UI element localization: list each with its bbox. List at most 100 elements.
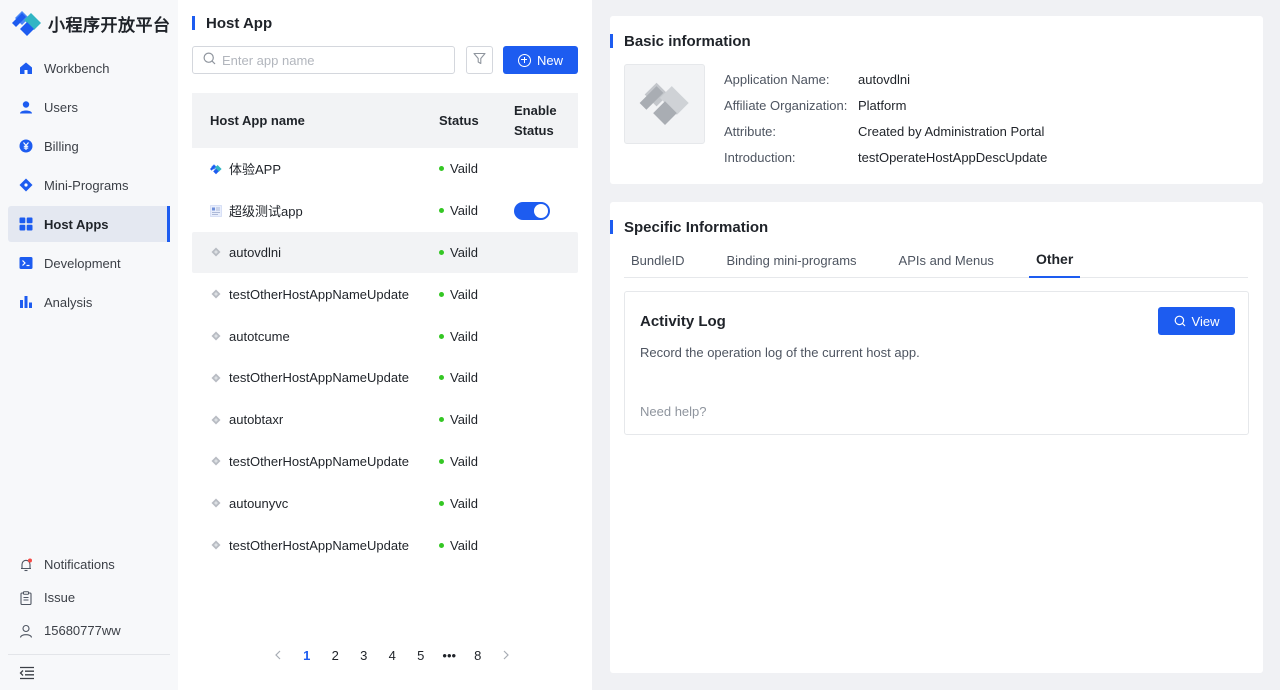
sidebar-item-mini-programs[interactable]: Mini-Programs xyxy=(8,167,170,203)
issue-item[interactable]: Issue xyxy=(8,581,170,614)
status-text: Vaild xyxy=(450,495,478,511)
table-row[interactable]: autotcume Vaild xyxy=(192,315,578,357)
table-row[interactable]: testOtherHostAppNameUpdate Vaild xyxy=(192,441,578,483)
info-row-attribute: Attribute: Created by Administration Por… xyxy=(724,118,1047,144)
page-4[interactable]: 4 xyxy=(378,648,407,663)
default-app-icon xyxy=(210,455,222,467)
table-header: Host App name Status Enable Status xyxy=(192,93,578,148)
status-text: Vaild xyxy=(450,328,478,344)
column-header-status: Status xyxy=(439,113,479,128)
status-dot xyxy=(439,458,444,464)
notifications-item[interactable]: Notifications xyxy=(8,548,170,581)
user-account-item[interactable]: 15680777ww xyxy=(8,614,170,647)
sidebar-item-analysis[interactable]: Analysis xyxy=(8,284,170,320)
sidebar-item-development[interactable]: Development xyxy=(8,245,170,281)
page-title: Host App xyxy=(192,14,272,32)
table-row[interactable]: testOtherHostAppNameUpdate Vaild xyxy=(192,273,578,315)
bell-icon xyxy=(19,558,33,572)
status-dot xyxy=(439,208,444,214)
table-row[interactable]: autovdlni Vaild xyxy=(192,231,578,274)
app-name: autovdlni xyxy=(229,244,282,260)
app-name: testOtherHostAppNameUpdate xyxy=(229,453,409,469)
table-row[interactable]: 体验APP Vaild xyxy=(192,148,578,190)
section-title: Specific Information xyxy=(610,219,768,236)
status-text: Vaild xyxy=(450,203,478,219)
page-ellipsis[interactable]: ••• xyxy=(435,648,464,663)
column-header-name: Host App name xyxy=(210,113,305,128)
filter-button[interactable] xyxy=(466,46,493,74)
page-title-text: Host App xyxy=(206,14,273,32)
basic-information-card: Basic information Application Name: auto… xyxy=(610,16,1263,184)
sidebar-item-users[interactable]: Users xyxy=(8,89,170,125)
page-8[interactable]: 8 xyxy=(464,648,493,663)
username-label: 15680777ww xyxy=(44,623,121,638)
tab-bundleid[interactable]: BundleID xyxy=(624,250,691,277)
divider xyxy=(8,654,170,655)
section-title: Basic information xyxy=(610,33,751,50)
app-name: testOtherHostAppNameUpdate xyxy=(229,370,409,386)
enable-status-toggle[interactable] xyxy=(514,201,550,220)
sidebar-item-host-apps[interactable]: Host Apps xyxy=(8,206,170,242)
terminal-icon xyxy=(19,256,33,270)
search-box[interactable] xyxy=(192,46,455,74)
status-dot xyxy=(439,291,444,297)
issue-label: Issue xyxy=(44,590,76,605)
field-value: Platform xyxy=(858,97,907,113)
field-value: Created by Administration Portal xyxy=(858,123,1045,139)
clipboard-icon xyxy=(19,590,33,605)
status-dot xyxy=(439,166,444,172)
activity-log-panel: Activity Log Record the operation log of… xyxy=(624,291,1249,435)
view-button[interactable]: View xyxy=(1158,307,1235,335)
page-5[interactable]: 5 xyxy=(407,648,436,663)
page-2[interactable]: 2 xyxy=(321,648,350,663)
app-name: 超级测试app xyxy=(229,204,303,220)
search-input[interactable] xyxy=(222,52,442,68)
default-app-icon xyxy=(210,497,222,509)
logo-icon xyxy=(12,10,42,36)
table-row[interactable]: testOtherHostAppNameUpdate Vaild xyxy=(192,357,578,399)
app-name: autounyvc xyxy=(229,495,289,511)
field-label: Application Name: xyxy=(724,71,830,87)
tab-binding-mini-programs[interactable]: Binding mini-programs xyxy=(719,250,863,277)
table-row[interactable]: autobtaxr Vaild xyxy=(192,399,578,441)
logo[interactable]: 小程序开放平台 xyxy=(12,10,171,36)
default-app-icon xyxy=(210,330,222,342)
status-text: Vaild xyxy=(450,161,478,177)
tab-apis-and-menus[interactable]: APIs and Menus xyxy=(892,250,1001,277)
sidebar: 小程序开放平台 Workbench Users Billing Mini-Pro… xyxy=(0,0,178,690)
page-1[interactable]: 1 xyxy=(293,648,322,663)
app-name: autobtaxr xyxy=(229,412,284,428)
tab-other[interactable]: Other xyxy=(1028,250,1081,278)
app-name: autotcume xyxy=(229,328,290,344)
need-help-link[interactable]: Need help? xyxy=(640,404,707,419)
status-dot xyxy=(439,542,444,548)
table-row[interactable]: autounyvc Vaild xyxy=(192,482,578,524)
next-page-icon[interactable] xyxy=(492,648,521,663)
sidebar-item-label: Billing xyxy=(44,138,79,154)
status-text: Vaild xyxy=(450,537,478,553)
info-tabs: BundleID Binding mini-programs APIs and … xyxy=(624,250,1248,278)
new-host-app-button[interactable]: New xyxy=(503,46,578,74)
column-header-enable-status: Enable Status xyxy=(514,102,557,138)
diamond-icon xyxy=(19,178,33,192)
filter-icon xyxy=(473,52,486,68)
sidebar-item-workbench[interactable]: Workbench xyxy=(8,50,170,86)
sidebar-item-label: Development xyxy=(44,255,121,271)
grid-icon xyxy=(19,217,33,231)
info-row-introduction: Introduction: testOperateHostAppDescUpda… xyxy=(724,144,1047,170)
page-3[interactable]: 3 xyxy=(350,648,379,663)
prev-page-icon[interactable] xyxy=(264,648,293,663)
status-dot xyxy=(439,375,444,381)
table-row[interactable]: testOtherHostAppNameUpdate Vaild xyxy=(192,524,578,566)
title-accent-bar xyxy=(610,220,613,234)
app-name: 体验APP xyxy=(229,162,282,178)
sidebar-item-billing[interactable]: Billing xyxy=(8,128,170,164)
info-row-affiliate-organization: Affiliate Organization: Platform xyxy=(724,92,1047,118)
collapse-sidebar-icon[interactable] xyxy=(19,665,35,681)
table-row[interactable]: 超级测试app Vaild xyxy=(192,190,578,232)
sidebar-item-label: Mini-Programs xyxy=(44,177,129,193)
field-value: autovdlni xyxy=(858,71,911,87)
notifications-label: Notifications xyxy=(44,557,115,572)
field-label: Introduction: xyxy=(724,149,796,165)
default-app-icon xyxy=(210,372,222,384)
